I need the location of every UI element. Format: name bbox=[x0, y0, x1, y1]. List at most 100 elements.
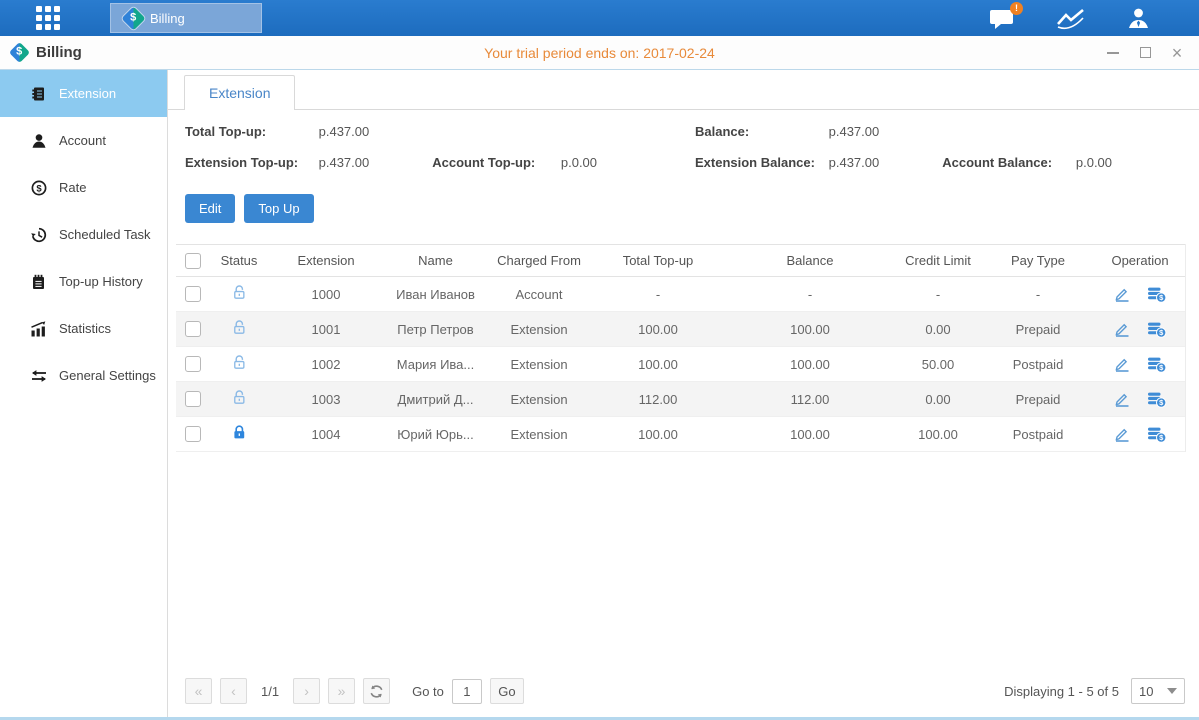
status-locked-icon bbox=[231, 429, 248, 444]
sidebar-item-label: General Settings bbox=[59, 368, 156, 383]
maximize-button[interactable] bbox=[1137, 45, 1153, 61]
cell-credit-limit: 0.00 bbox=[895, 312, 981, 347]
topup-row-icon[interactable]: $ bbox=[1147, 356, 1167, 373]
next-page-button[interactable]: › bbox=[293, 678, 320, 704]
taskbar: $ Billing ! bbox=[0, 0, 1199, 36]
sidebar-item-extension[interactable]: Extension bbox=[0, 70, 167, 117]
sidebar-item-account[interactable]: Account bbox=[0, 117, 167, 164]
sidebar-item-general-settings[interactable]: General Settings bbox=[0, 352, 167, 399]
col-status: Status bbox=[210, 245, 268, 277]
edit-button[interactable]: Edit bbox=[185, 194, 235, 223]
cell-extension: 1004 bbox=[268, 417, 384, 452]
total-topup-label: Total Top-up: bbox=[185, 124, 315, 139]
sidebar-item-scheduled-task[interactable]: Scheduled Task bbox=[0, 211, 167, 258]
status-unlocked-icon bbox=[231, 289, 248, 304]
user-account-icon[interactable] bbox=[1126, 7, 1151, 30]
edit-row-icon[interactable] bbox=[1113, 426, 1131, 442]
sidebar-nav: Extension Account $ Rate bbox=[0, 70, 168, 717]
balance-value: p.437.00 bbox=[829, 124, 939, 139]
extension-topup-label: Extension Top-up: bbox=[185, 155, 315, 170]
account-topup-value: p.0.00 bbox=[561, 155, 671, 170]
messages-icon[interactable]: ! bbox=[989, 7, 1016, 30]
cell-name: Иван Иванов bbox=[384, 277, 487, 312]
sidebar-item-rate[interactable]: $ Rate bbox=[0, 164, 167, 211]
cell-credit-limit: 100.00 bbox=[895, 417, 981, 452]
col-credit-limit: Credit Limit bbox=[895, 245, 981, 277]
account-icon bbox=[30, 133, 47, 149]
prev-page-button[interactable]: ‹ bbox=[220, 678, 247, 704]
col-balance: Balance bbox=[725, 245, 895, 277]
select-all-checkbox[interactable] bbox=[185, 253, 201, 269]
rate-icon: $ bbox=[30, 180, 47, 196]
last-page-button[interactable]: » bbox=[328, 678, 355, 704]
monitor-chart-icon[interactable] bbox=[1056, 7, 1086, 30]
cell-extension: 1000 bbox=[268, 277, 384, 312]
table-header-row: Status Extension Name Charged From Total… bbox=[176, 245, 1185, 277]
tab-extension[interactable]: Extension bbox=[184, 75, 295, 110]
topup-history-icon bbox=[30, 274, 47, 290]
cell-total-topup: 112.00 bbox=[591, 382, 725, 417]
row-checkbox[interactable] bbox=[185, 321, 201, 337]
pagination-bar: « ‹ 1/1 › » Go to Go Displaying 1 - 5 of… bbox=[168, 673, 1199, 717]
edit-row-icon[interactable] bbox=[1113, 321, 1131, 337]
app-launcher-icon[interactable] bbox=[36, 6, 66, 30]
row-checkbox[interactable] bbox=[185, 286, 201, 302]
col-pay-type: Pay Type bbox=[981, 245, 1095, 277]
billing-dollar-icon: $ bbox=[121, 6, 145, 30]
account-topup-label: Account Top-up: bbox=[432, 155, 557, 170]
status-unlocked-icon bbox=[231, 394, 248, 409]
status-unlocked-icon bbox=[231, 324, 248, 339]
topup-row-icon[interactable]: $ bbox=[1147, 321, 1167, 338]
cell-extension: 1002 bbox=[268, 347, 384, 382]
cell-charged-from: Extension bbox=[487, 417, 591, 452]
account-balance-value: p.0.00 bbox=[1076, 155, 1186, 170]
cell-extension: 1001 bbox=[268, 312, 384, 347]
sidebar-item-statistics[interactable]: Statistics bbox=[0, 305, 167, 352]
taskbar-tab-billing[interactable]: $ Billing bbox=[110, 3, 262, 33]
refresh-button[interactable] bbox=[363, 678, 390, 704]
topup-row-icon[interactable]: $ bbox=[1147, 426, 1167, 443]
cell-charged-from: Account bbox=[487, 277, 591, 312]
edit-row-icon[interactable] bbox=[1113, 391, 1131, 407]
minimize-button[interactable] bbox=[1105, 45, 1121, 61]
table-row: 1003 Дмитрий Д... Extension 112.00 112.0… bbox=[176, 382, 1185, 417]
window-titlebar: $ Billing Your trial period ends on: 201… bbox=[0, 36, 1199, 70]
cell-balance: - bbox=[725, 277, 895, 312]
topup-row-icon[interactable]: $ bbox=[1147, 286, 1167, 303]
cell-pay-type: - bbox=[981, 277, 1095, 312]
col-extension: Extension bbox=[268, 245, 384, 277]
col-total-topup: Total Top-up bbox=[591, 245, 725, 277]
row-checkbox[interactable] bbox=[185, 391, 201, 407]
cell-charged-from: Extension bbox=[487, 382, 591, 417]
statistics-icon bbox=[30, 321, 47, 337]
sidebar-item-topup-history[interactable]: Top-up History bbox=[0, 258, 167, 305]
main-content: Extension Total Top-up: p.437.00 Extensi… bbox=[168, 70, 1199, 717]
cell-credit-limit: - bbox=[895, 277, 981, 312]
table-row: 1001 Петр Петров Extension 100.00 100.00… bbox=[176, 312, 1185, 347]
first-page-button[interactable]: « bbox=[185, 678, 212, 704]
sidebar-item-label: Rate bbox=[59, 180, 86, 195]
table-row: 1004 Юрий Юрь... Extension 100.00 100.00… bbox=[176, 417, 1185, 452]
goto-page-input[interactable] bbox=[452, 679, 482, 704]
top-up-button[interactable]: Top Up bbox=[244, 194, 313, 223]
cell-charged-from: Extension bbox=[487, 347, 591, 382]
extension-balance-value: p.437.00 bbox=[829, 155, 939, 170]
balance-summary: Total Top-up: p.437.00 Extension Top-up:… bbox=[168, 110, 1199, 186]
cell-charged-from: Extension bbox=[487, 312, 591, 347]
sidebar-item-label: Top-up History bbox=[59, 274, 143, 289]
cell-pay-type: Prepaid bbox=[981, 382, 1095, 417]
row-checkbox[interactable] bbox=[185, 426, 201, 442]
topup-row-icon[interactable]: $ bbox=[1147, 391, 1167, 408]
cell-pay-type: Postpaid bbox=[981, 347, 1095, 382]
go-button[interactable]: Go bbox=[490, 678, 524, 704]
edit-row-icon[interactable] bbox=[1113, 356, 1131, 372]
col-name: Name bbox=[384, 245, 487, 277]
taskbar-tab-label: Billing bbox=[150, 11, 185, 26]
page-size-select[interactable]: 10 bbox=[1131, 678, 1185, 704]
close-button[interactable]: × bbox=[1169, 45, 1185, 61]
cell-total-topup: 100.00 bbox=[591, 347, 725, 382]
extension-balance-label: Extension Balance: bbox=[695, 155, 825, 170]
edit-row-icon[interactable] bbox=[1113, 286, 1131, 302]
row-checkbox[interactable] bbox=[185, 356, 201, 372]
account-balance-label: Account Balance: bbox=[942, 155, 1072, 170]
